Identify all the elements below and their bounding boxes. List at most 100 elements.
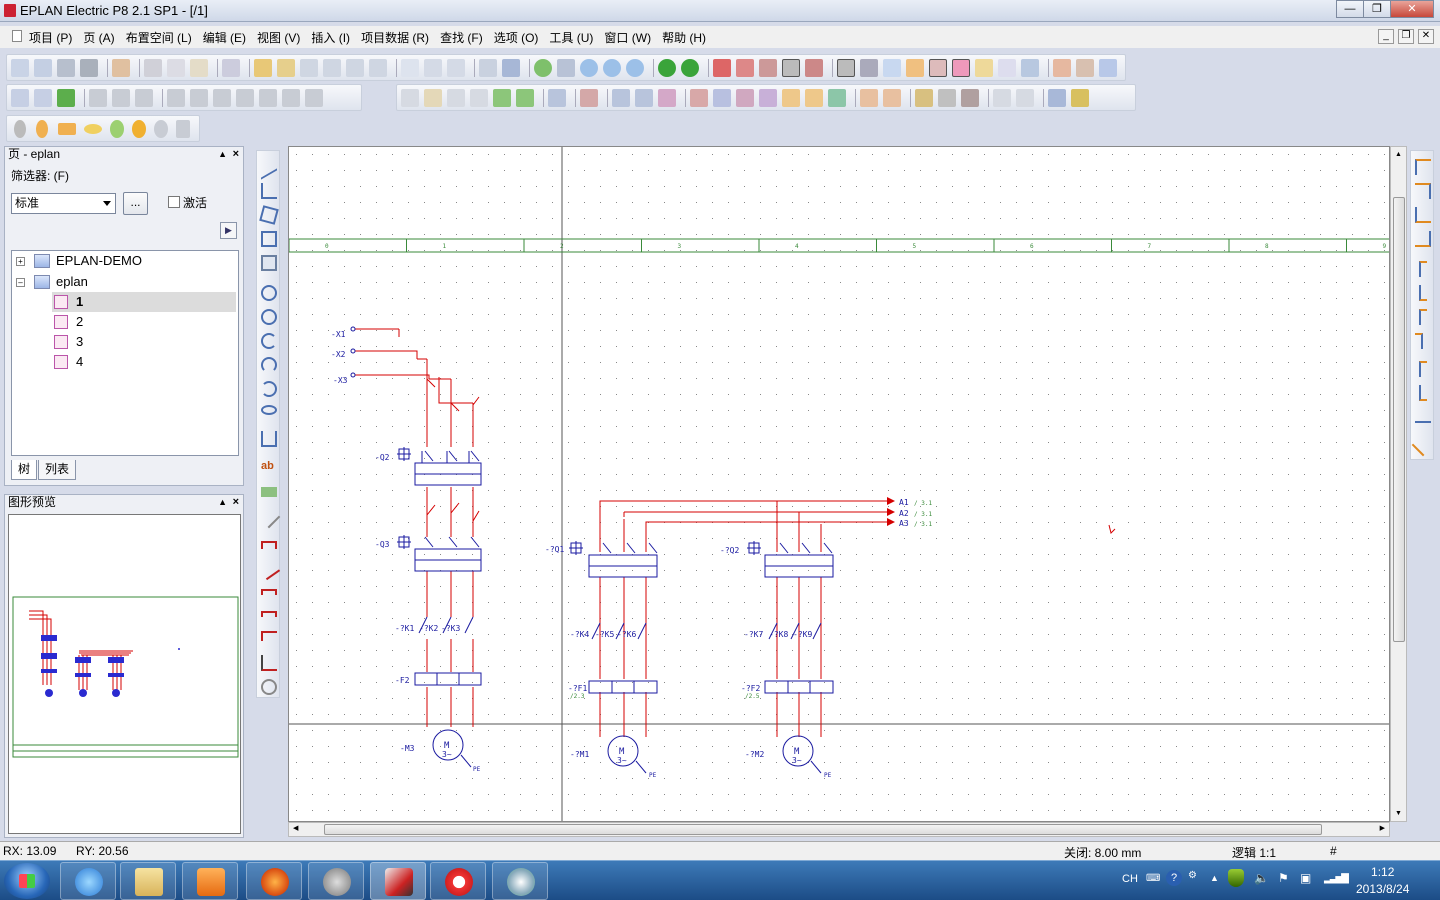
t-left-icon[interactable] bbox=[1415, 333, 1423, 349]
doc-minimize-button[interactable]: _ bbox=[1378, 29, 1394, 44]
snap-icon[interactable] bbox=[860, 58, 878, 77]
doc-close-button[interactable]: ✕ bbox=[1418, 29, 1434, 44]
menu-layout-space[interactable]: 布置空间 (L) bbox=[126, 29, 192, 46]
horizontal-scrollbar[interactable]: ◀ ▶ bbox=[288, 822, 1390, 837]
circle-3p-icon[interactable] bbox=[261, 309, 277, 325]
plc-3-icon[interactable] bbox=[961, 88, 979, 107]
tray-settings-icon[interactable]: ⚙ bbox=[1188, 870, 1197, 881]
menu-window[interactable]: 窗口 (W) bbox=[604, 29, 651, 46]
redo-list-icon[interactable] bbox=[369, 58, 387, 77]
dimension-icon[interactable] bbox=[261, 541, 277, 549]
moon-icon[interactable] bbox=[154, 119, 168, 138]
tree-item-eplan[interactable]: – eplan bbox=[16, 272, 236, 292]
grid-toggle-icon[interactable] bbox=[837, 58, 855, 77]
menu-options[interactable]: 选项 (O) bbox=[494, 29, 539, 46]
aligned-dimension-icon[interactable] bbox=[257, 557, 281, 581]
plug-1-icon[interactable] bbox=[860, 88, 878, 107]
plug-2-icon[interactable] bbox=[883, 88, 901, 107]
apply-filter-button[interactable]: ▶ bbox=[220, 222, 237, 239]
t-down-icon[interactable] bbox=[1419, 261, 1427, 277]
taskbar-explorer[interactable] bbox=[120, 862, 176, 900]
terminal-6-icon[interactable] bbox=[805, 88, 823, 107]
baseline-dimension-icon[interactable] bbox=[261, 631, 277, 641]
insert-7-icon[interactable] bbox=[236, 88, 254, 107]
taskbar-paint[interactable] bbox=[492, 862, 548, 900]
network-signal-icon[interactable]: ▂▃▅▇ bbox=[1324, 873, 1349, 884]
spline-icon[interactable] bbox=[261, 431, 277, 447]
forward-icon[interactable] bbox=[681, 58, 699, 77]
t-right-icon[interactable] bbox=[1419, 309, 1427, 325]
arc-3p-icon[interactable] bbox=[261, 357, 277, 373]
zoom-out-icon[interactable] bbox=[603, 58, 621, 77]
radius-dimension-icon[interactable] bbox=[261, 679, 277, 695]
tree-item-eplan-demo[interactable]: + EPLAN-DEMO bbox=[16, 251, 236, 271]
edit-2-icon[interactable] bbox=[424, 88, 442, 107]
layers-icon[interactable] bbox=[176, 119, 190, 138]
close-button[interactable]: ✕ bbox=[1390, 0, 1434, 18]
corner-bottom-left-icon[interactable] bbox=[1415, 207, 1431, 223]
paste-icon[interactable] bbox=[190, 58, 208, 77]
refresh-icon[interactable] bbox=[534, 58, 552, 77]
vertical-scrollbar[interactable]: ▲ ▼ bbox=[1390, 146, 1407, 822]
check-icon[interactable] bbox=[254, 58, 272, 77]
zoom-window-icon[interactable] bbox=[557, 58, 575, 77]
maximize-button[interactable]: ❐ bbox=[1363, 0, 1391, 18]
polygon-icon[interactable] bbox=[259, 205, 279, 225]
check-all-icon[interactable] bbox=[277, 58, 295, 77]
jump-icon[interactable] bbox=[1415, 421, 1431, 423]
filter-browse-button[interactable]: ... bbox=[123, 192, 148, 215]
back-icon[interactable] bbox=[658, 58, 676, 77]
sector-icon[interactable] bbox=[261, 381, 277, 397]
menu-help[interactable]: 帮助 (H) bbox=[662, 29, 706, 46]
redo-icon[interactable] bbox=[346, 58, 364, 77]
page-prev-icon[interactable] bbox=[424, 58, 442, 77]
text-icon[interactable]: ab bbox=[261, 459, 277, 475]
field-icon[interactable] bbox=[998, 58, 1016, 77]
terminal-2-icon[interactable] bbox=[713, 88, 731, 107]
pencil-icon[interactable] bbox=[257, 505, 281, 529]
taskbar-eplan[interactable] bbox=[370, 862, 426, 900]
lines-2-icon[interactable] bbox=[1076, 58, 1094, 77]
help-icon[interactable]: ? bbox=[1166, 870, 1182, 886]
grid-active-icon[interactable] bbox=[782, 58, 800, 77]
lines-icon[interactable] bbox=[1053, 58, 1071, 77]
menu-page[interactable]: 页 (A) bbox=[83, 29, 114, 46]
image-icon[interactable] bbox=[261, 487, 277, 497]
insert-4-icon[interactable] bbox=[167, 88, 185, 107]
edit-5-icon[interactable] bbox=[493, 88, 511, 107]
cut-icon[interactable] bbox=[144, 58, 162, 77]
new-project-icon[interactable] bbox=[11, 58, 29, 77]
security-shield-icon[interactable] bbox=[1228, 869, 1244, 887]
panel-close-icon[interactable]: × bbox=[233, 495, 239, 510]
window-icon[interactable] bbox=[502, 58, 520, 77]
device-2-icon[interactable] bbox=[635, 88, 653, 107]
symbol-active-icon[interactable] bbox=[952, 58, 970, 77]
insert-6-icon[interactable] bbox=[213, 88, 231, 107]
taskbar-clock[interactable]: 1:12 2013/8/24 bbox=[1356, 864, 1409, 898]
taskbar-media-player[interactable] bbox=[182, 862, 238, 900]
ellipse-icon[interactable] bbox=[84, 123, 102, 134]
device-icon[interactable]: ▣ bbox=[1300, 871, 1311, 885]
activate-checkbox[interactable] bbox=[168, 196, 180, 208]
open-project-icon[interactable] bbox=[34, 58, 52, 77]
connection-active-icon[interactable] bbox=[929, 58, 947, 77]
sphere-orange-icon[interactable] bbox=[132, 119, 146, 138]
insert-3-icon[interactable] bbox=[135, 88, 153, 107]
checkbox-icon[interactable] bbox=[401, 58, 419, 77]
menu-find[interactable]: 查找 (F) bbox=[440, 29, 483, 46]
edit-3-icon[interactable] bbox=[447, 88, 465, 107]
corner-top-right-icon[interactable] bbox=[1415, 183, 1431, 199]
grid-red-4-icon[interactable] bbox=[805, 58, 823, 77]
pin-icon[interactable]: ▲ bbox=[218, 495, 227, 510]
undo-list-icon[interactable] bbox=[323, 58, 341, 77]
rect-orange-icon[interactable] bbox=[58, 122, 76, 135]
input-icon[interactable] bbox=[975, 58, 993, 77]
tree-item-page-1[interactable]: 1 bbox=[52, 292, 236, 312]
magnet-icon[interactable] bbox=[906, 58, 924, 77]
tree-item-page-4[interactable]: 4 bbox=[52, 352, 236, 372]
lines-3-icon[interactable] bbox=[1099, 58, 1117, 77]
terminal-7-icon[interactable] bbox=[828, 88, 846, 107]
panel-close-icon[interactable]: × bbox=[233, 147, 239, 162]
print-icon[interactable] bbox=[57, 58, 75, 77]
taskbar-film[interactable] bbox=[308, 862, 364, 900]
